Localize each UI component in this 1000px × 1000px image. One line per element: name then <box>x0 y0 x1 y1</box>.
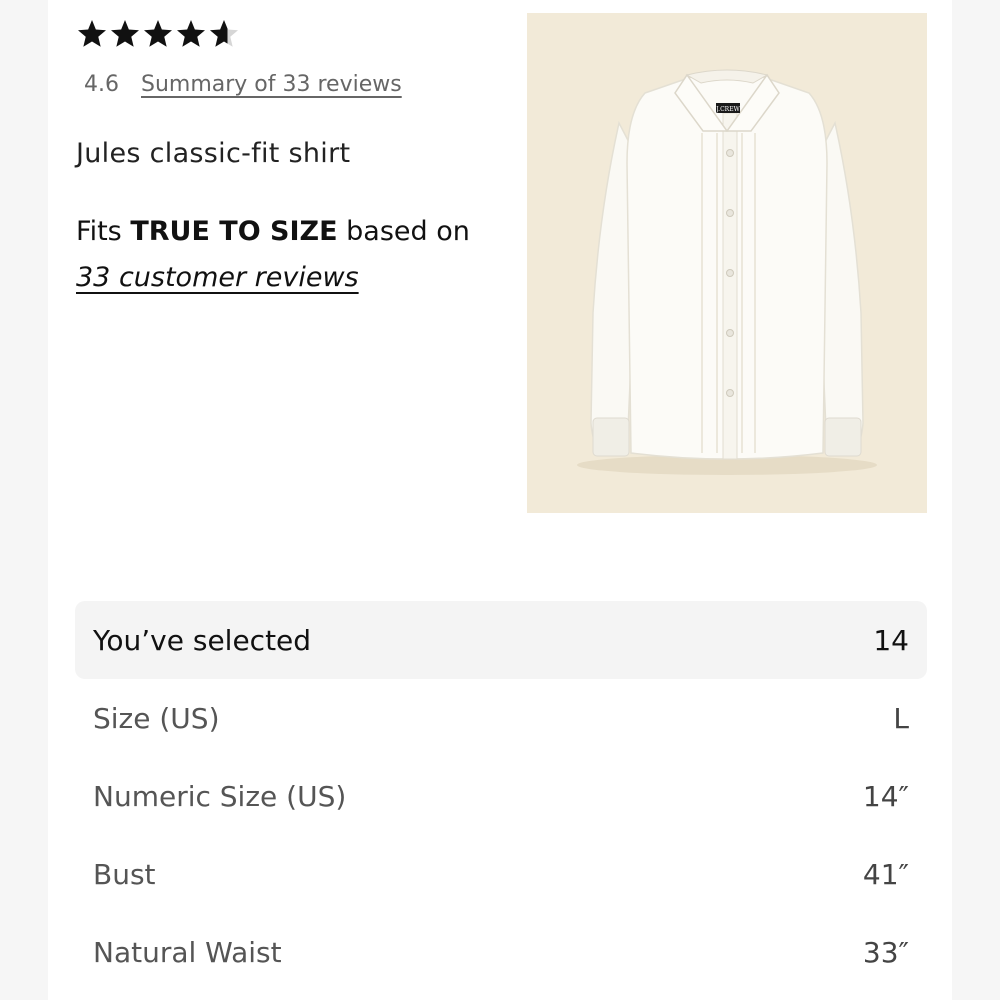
customer-reviews-link[interactable]: 33 customer reviews <box>76 262 359 293</box>
shirt-illustration: J.CREW <box>527 13 927 513</box>
row-value: 41″ <box>862 857 909 891</box>
size-us-row: Size (US) L <box>75 679 927 757</box>
product-image: J.CREW <box>527 13 927 513</box>
fit-suffix: based on <box>337 216 470 247</box>
brand-label: J.CREW <box>715 106 740 113</box>
row-value: 14″ <box>862 779 909 813</box>
star-half-icon <box>210 20 238 47</box>
rating-stars <box>76 18 240 50</box>
row-value: 14 <box>873 623 909 657</box>
size-table: You’ve selected 14 Size (US) L Numeric S… <box>75 601 927 991</box>
row-label: Bust <box>93 857 156 891</box>
row-value: 33″ <box>862 935 909 969</box>
rating-summary: 4.6 Summary of 33 reviews <box>84 72 402 97</box>
rating-score: 4.6 <box>84 72 119 97</box>
star-icon <box>78 20 106 47</box>
natural-waist-row: Natural Waist 33″ <box>75 913 927 991</box>
fit-emphasis: TRUE TO SIZE <box>130 216 338 247</box>
star-icon <box>111 20 139 47</box>
reviews-summary-link[interactable]: Summary of 33 reviews <box>141 72 402 97</box>
star-icon <box>177 20 205 47</box>
fit-statement: Fits TRUE TO SIZE based on <box>76 216 470 247</box>
product-name: Jules classic-fit shirt <box>76 138 351 169</box>
fit-prefix: Fits <box>76 216 131 247</box>
numeric-size-row: Numeric Size (US) 14″ <box>75 757 927 835</box>
row-label: Numeric Size (US) <box>93 779 347 813</box>
row-label: Natural Waist <box>93 935 282 969</box>
selected-size-row[interactable]: You’ve selected 14 <box>75 601 927 679</box>
row-label: Size (US) <box>93 701 220 735</box>
row-value: L <box>893 701 909 735</box>
star-icon <box>144 20 172 47</box>
bust-row: Bust 41″ <box>75 835 927 913</box>
row-label: You’ve selected <box>93 623 312 657</box>
